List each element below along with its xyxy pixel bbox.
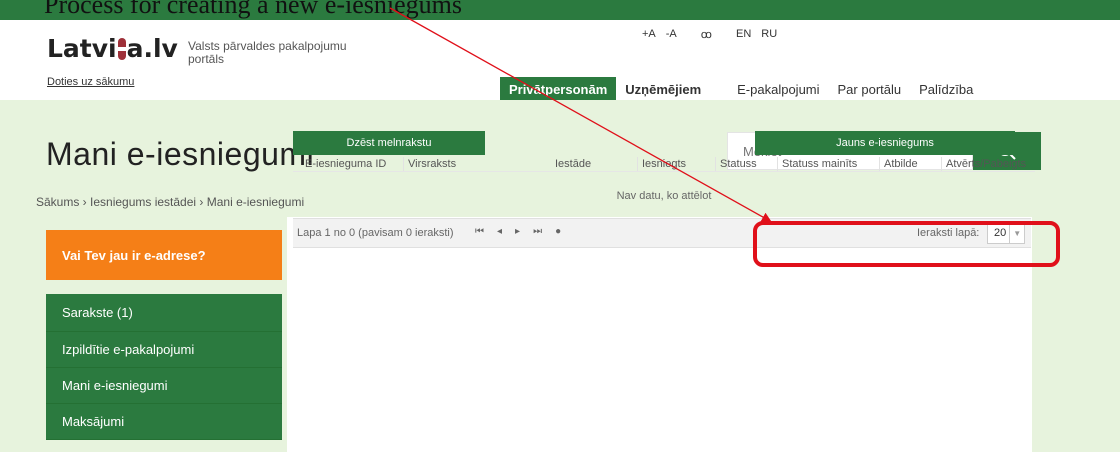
- annotation-highlight: [753, 221, 1060, 267]
- annotation-overlay: [389, 7, 1060, 267]
- annotation-arrow: [389, 7, 772, 222]
